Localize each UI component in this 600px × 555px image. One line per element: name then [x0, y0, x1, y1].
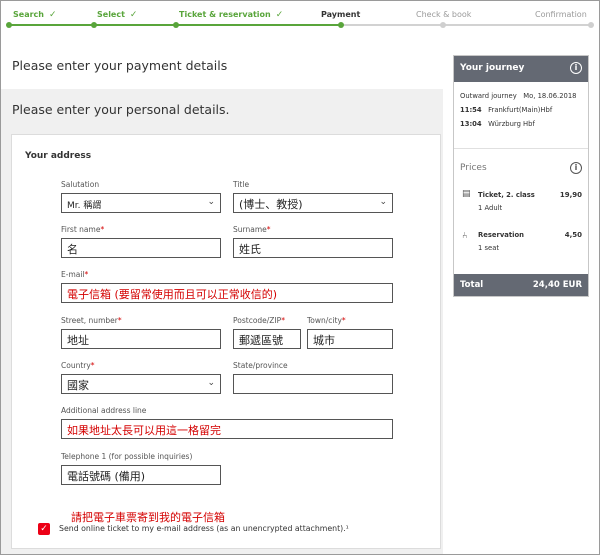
salutation-label: Salutation: [61, 180, 100, 189]
salutation-select[interactable]: Mr. 稱謂 ⌄: [61, 193, 221, 213]
title-label: Title: [233, 180, 250, 189]
email-label: E-mail*: [61, 270, 89, 279]
price-item-name: Reservation: [478, 231, 524, 239]
additional-address-label: Additional address line: [61, 406, 147, 415]
ticket-icon: ▤: [462, 189, 471, 199]
progress-dot: [338, 22, 344, 28]
progress-dot: [91, 22, 97, 28]
step-label: Search: [13, 10, 44, 19]
booking-progress: Search ✓ Select ✓ Ticket & reservation ✓ Pa…: [1, 1, 599, 35]
step-label: Check & book: [416, 10, 472, 19]
departure-time: 11:54: [460, 106, 482, 114]
street-field[interactable]: 地址: [61, 329, 221, 349]
payment-heading: Please enter your payment details: [12, 58, 228, 73]
leg-departure: 11:54 Frankfurt(Main)Hbf: [460, 106, 552, 114]
first-name-label: First name*: [61, 225, 105, 234]
divider: [454, 148, 588, 149]
town-field[interactable]: 城市: [307, 329, 393, 349]
price-item-value: 4,50: [564, 231, 582, 239]
country-select[interactable]: 國家 ⌄: [61, 374, 221, 394]
arrival-time: 13:04: [460, 120, 482, 128]
title-select[interactable]: (博士、教授) ⌄: [233, 193, 393, 213]
total-value: 24,40 EUR: [532, 280, 582, 290]
step-label: Confirmation: [535, 10, 587, 19]
progress-dot: [173, 22, 179, 28]
leg-arrival: 13:04 Würzburg Hbf: [460, 120, 535, 128]
check-icon: ✓: [48, 10, 57, 20]
check-icon: ✓: [40, 524, 48, 534]
chevron-down-icon: ⌄: [207, 197, 215, 207]
town-label: Town/city*: [307, 316, 346, 325]
salutation-value: Mr. 稱謂: [67, 201, 102, 211]
page-frame: Search ✓ Select ✓ Ticket & reservation ✓ Pa…: [0, 0, 600, 555]
country-label: Country*: [61, 361, 95, 370]
step-payment: Payment: [321, 10, 360, 19]
price-item-value: 19,90: [559, 191, 582, 199]
chevron-down-icon: ⌄: [379, 197, 387, 207]
total-label: Total: [460, 280, 484, 290]
prices-title: Prices: [460, 163, 487, 173]
surname-label: Surname*: [233, 225, 271, 234]
chevron-down-icon: ⌄: [207, 378, 215, 388]
step-confirmation: Confirmation: [535, 10, 587, 19]
total-row: Total 24,40 EUR: [454, 274, 588, 296]
price-item-sub: 1 seat: [478, 244, 500, 252]
first-name-field[interactable]: 名: [61, 238, 221, 258]
info-icon[interactable]: i: [570, 62, 582, 74]
postcode-field[interactable]: 郵遞區號: [233, 329, 301, 349]
online-ticket-label[interactable]: Send online ticket to my e-mail address …: [59, 524, 349, 533]
check-icon: ✓: [275, 10, 284, 20]
arrival-station: Würzburg Hbf: [488, 120, 535, 128]
personal-heading: Please enter your personal details.: [12, 102, 230, 117]
journey-header: Your journey i: [454, 56, 588, 82]
info-icon[interactable]: i: [570, 162, 582, 174]
online-ticket-note: 請把電子車票寄到我的電子信箱: [71, 511, 225, 524]
seat-icon: ⑃: [462, 231, 468, 241]
email-field[interactable]: 電子信箱 (要留常使用而且可以正常收信的): [61, 283, 393, 303]
step-label: Ticket & reservation: [179, 10, 271, 19]
telephone-field[interactable]: 電話號碼 (備用): [61, 465, 221, 485]
progress-dot: [440, 22, 446, 28]
postcode-label: Postcode/ZIP*: [233, 316, 285, 325]
street-label: Street, number*: [61, 316, 122, 325]
address-title: Your address: [25, 151, 92, 161]
title-value: (博士、教授): [239, 198, 303, 211]
outward-label: Outward journey: [460, 92, 517, 100]
surname-field[interactable]: 姓氏: [233, 238, 393, 258]
step-label: Payment: [321, 10, 361, 19]
step-select[interactable]: Select ✓: [97, 10, 137, 20]
progress-track-todo: [342, 24, 592, 26]
additional-address-field[interactable]: 如果地址太長可以用這一格留完: [61, 419, 393, 439]
journey-date: Mo, 18.06.2018: [523, 92, 577, 100]
outward-journey-row: Outward journey Mo, 18.06.2018: [460, 92, 577, 100]
progress-dot: [588, 22, 594, 28]
step-label: Select: [97, 10, 125, 19]
journey-panel: Your journey i Outward journey Mo, 18.06…: [453, 55, 589, 297]
progress-dot: [6, 22, 12, 28]
journey-title: Your journey: [460, 63, 525, 73]
step-search[interactable]: Search ✓: [13, 10, 57, 20]
address-card: Your address Salutation Mr. 稱謂 ⌄ Title (博…: [11, 134, 441, 549]
state-label: State/province: [233, 361, 288, 370]
state-field[interactable]: [233, 374, 393, 394]
country-value: 國家: [67, 379, 89, 392]
step-ticket-reservation[interactable]: Ticket & reservation ✓: [179, 10, 283, 20]
telephone-label: Telephone 1 (for possible inquiries): [61, 452, 193, 461]
online-ticket-checkbox[interactable]: ✓: [38, 523, 50, 535]
price-item-sub: 1 Adult: [478, 204, 503, 212]
step-check-book: Check & book: [416, 10, 471, 19]
departure-station: Frankfurt(Main)Hbf: [488, 106, 553, 114]
price-item-name: Ticket, 2. class: [478, 191, 535, 199]
check-icon: ✓: [129, 10, 138, 20]
